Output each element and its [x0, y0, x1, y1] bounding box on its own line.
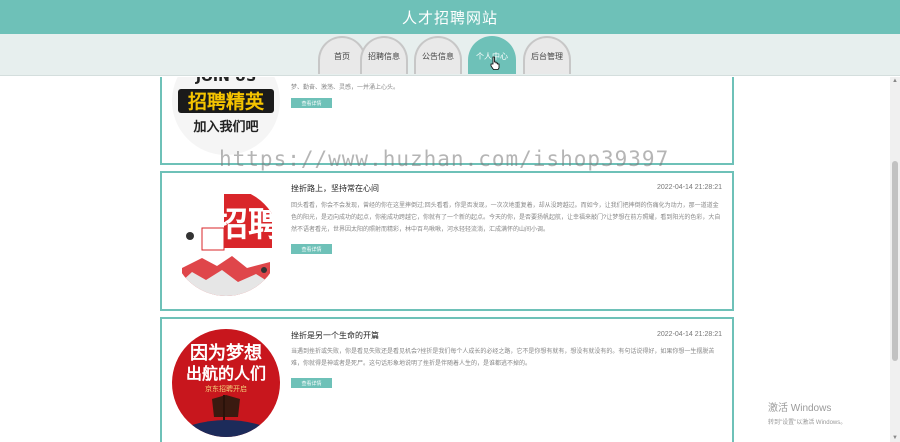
article-title[interactable]: 挫折是另一个生命的开篇: [291, 330, 379, 341]
article-card[interactable]: 因为梦想 出航的人们 京东招聘开启 挫折是另一个生命的开篇 2022-04-14…: [160, 317, 734, 442]
article-date: 2022-04-14 21:28:21: [657, 331, 722, 338]
article-image: 因为梦想 出航的人们 京东招聘开启: [172, 329, 280, 437]
article-date: 2022-04-14 21:28:21: [657, 184, 722, 191]
article-title[interactable]: 挫折路上，坚持常在心间: [291, 183, 379, 194]
article-image: 招聘: [172, 188, 280, 296]
site-title: 人才招聘网站: [401, 9, 498, 27]
article-summary: 当遇到挫折或失败，你是看见失败还是看见机会?挫折是我们每个人成长的必经之路，它不…: [291, 349, 715, 367]
scroll-down-icon[interactable]: ▼: [892, 435, 898, 441]
article-summary: 梦、勤奋、激荡、灵感，一并涌上心头。: [291, 85, 400, 91]
image-text-main: 因为梦想: [190, 342, 262, 364]
scroll-up-icon[interactable]: ▲: [892, 78, 898, 84]
view-details-button[interactable]: 查看详情: [291, 378, 332, 388]
hand-cursor-icon: [490, 56, 500, 70]
image-text-top: JOIN US: [195, 77, 256, 85]
activation-title: 激活 Windows: [768, 403, 832, 414]
windows-activation-notice: 激活 Windows 转到"设置"以激活 Windows。: [768, 399, 846, 426]
view-details-button[interactable]: 查看详情: [291, 244, 332, 254]
watermark-text: https://www.huzhan.com/ishop39397: [219, 147, 670, 171]
image-text-sub: 加入我们吧: [192, 119, 258, 135]
main-nav: 首页 招聘信息 公告信息 个人中心 后台管理: [0, 34, 900, 76]
nav-admin[interactable]: 后台管理: [523, 36, 571, 74]
nav-jobs[interactable]: 招聘信息: [360, 36, 408, 74]
scrollbar-thumb[interactable]: [892, 161, 898, 361]
image-text-sub: 出航的人们: [186, 364, 266, 383]
image-text-small: 京东招聘开启: [205, 384, 247, 393]
article-card[interactable]: 招聘 挫折路上，坚持常在心间 2022-04-14 21:28:21 回头看看，…: [160, 171, 734, 311]
nav-home[interactable]: 首页: [318, 36, 366, 74]
article-image: JOIN US 招聘精英 加入我们吧: [172, 77, 280, 155]
site-header: 人才招聘网站: [0, 0, 900, 34]
nav-notices[interactable]: 公告信息: [414, 36, 462, 74]
article-list: JOIN US 招聘精英 加入我们吧 梦、勤奋、激荡、灵感，一并涌上心头。 查看…: [0, 77, 890, 442]
page-scrollbar[interactable]: ▲ ▼: [890, 77, 900, 442]
article-summary: 回头看看，你会不会发现，曾经的你在这里摔倒过;回头看看，你是否发现，一次次地重复…: [291, 203, 721, 233]
activation-subtitle: 转到"设置"以激活 Windows。: [768, 420, 847, 426]
image-text-main: 招聘精英: [188, 90, 265, 113]
view-details-button[interactable]: 查看详情: [291, 98, 332, 108]
